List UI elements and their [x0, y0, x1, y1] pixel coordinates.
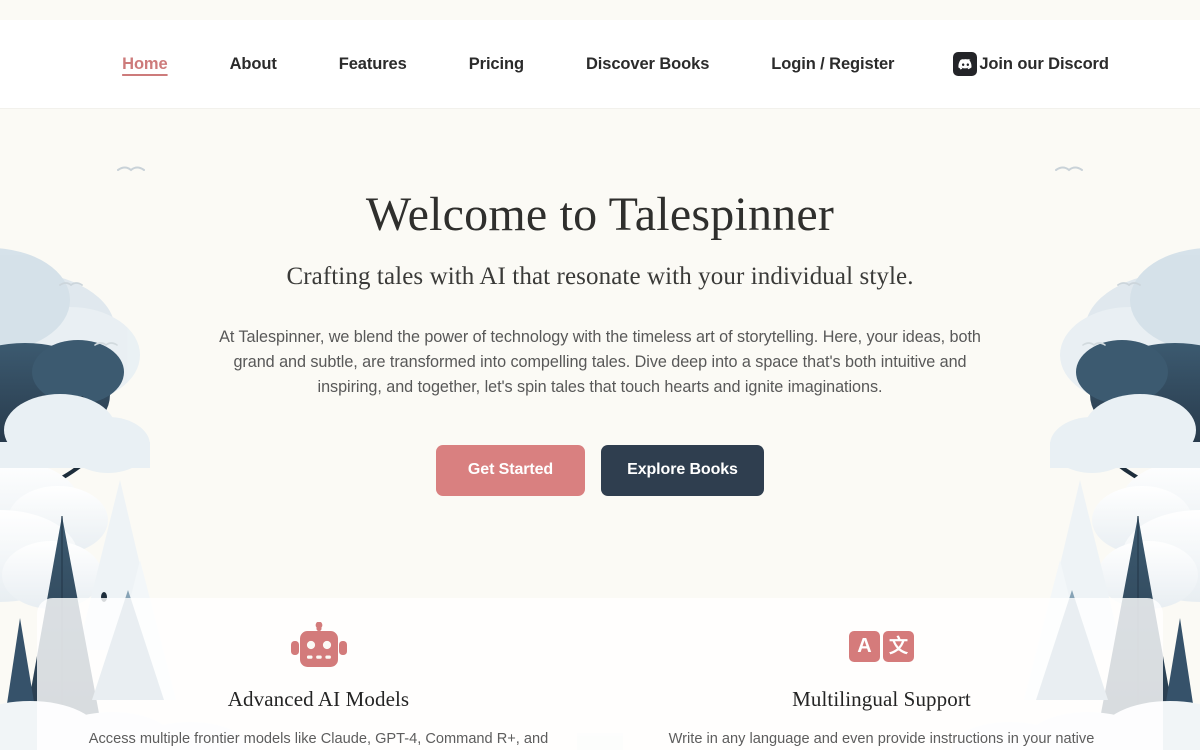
feature-description: Access multiple frontier models like Cla… [88, 731, 549, 747]
discord-icon [953, 52, 978, 76]
nav-item-login-register[interactable]: Login / Register [740, 56, 925, 73]
hero-section: Welcome to Talespinner Crafting tales wi… [0, 108, 1200, 496]
nav-item-join-discord-label: Join our Discord [979, 54, 1109, 73]
main-navigation: Home About Features Pricing Discover Boo… [91, 52, 1109, 76]
hero-cta-group: Get Started Explore Books [0, 444, 1200, 496]
nav-item-home[interactable]: Home [91, 56, 198, 73]
feature-card-multilingual-support: A 文 Multilingual Support Write in any la… [600, 622, 1163, 750]
hero-subtitle: Crafting tales with AI that resonate wit… [286, 262, 914, 290]
hero-paragraph: At Talespinner, we blend the power of te… [219, 327, 981, 396]
explore-books-button[interactable]: Explore Books [601, 444, 764, 496]
nav-item-join-discord[interactable]: Join our Discord [925, 52, 1109, 76]
translate-icon-latin-tile: A [849, 630, 880, 662]
landing-page: Home About Features Pricing Discover Boo… [0, 0, 1200, 750]
get-started-button[interactable]: Get Started [436, 444, 585, 496]
translate-icon: A 文 [618, 622, 1145, 670]
features-list: Advanced AI Models Access multiple front… [37, 598, 1163, 750]
nav-item-about[interactable]: About [199, 56, 308, 73]
nav-item-features[interactable]: Features [308, 56, 438, 73]
feature-title: Multilingual Support [792, 687, 971, 711]
translate-icon-cjk-tile: 文 [883, 630, 914, 662]
nav-item-discover-books[interactable]: Discover Books [555, 56, 740, 73]
feature-title: Advanced AI Models [227, 687, 410, 711]
robot-icon [55, 622, 582, 670]
page-title: Welcome to Talespinner [365, 188, 835, 241]
site-header: Home About Features Pricing Discover Boo… [0, 20, 1200, 108]
feature-card-advanced-ai-models: Advanced AI Models Access multiple front… [37, 622, 600, 750]
nav-item-pricing[interactable]: Pricing [438, 56, 555, 73]
feature-description: Write in any language and even provide i… [668, 731, 1095, 747]
